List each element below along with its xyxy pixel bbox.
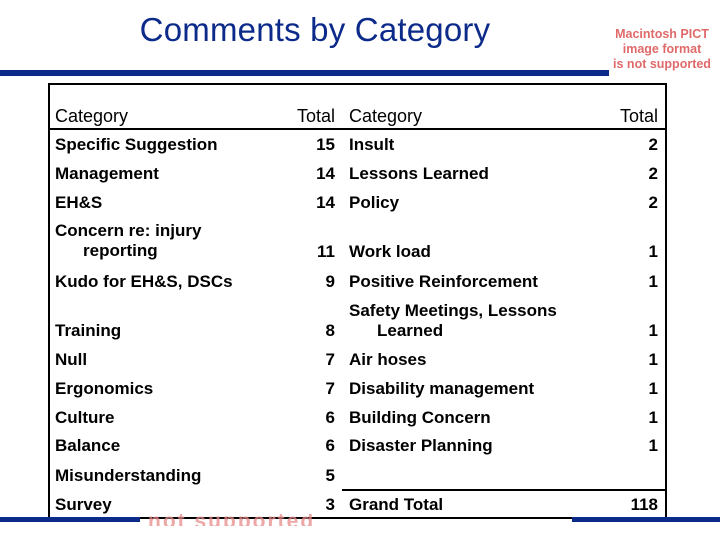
table-row-total: 2 — [648, 135, 658, 154]
table-row-total: 1 — [648, 379, 658, 398]
table-row-category: Air hoses — [349, 350, 427, 369]
title-underline-bar — [0, 70, 609, 76]
table-row-total: 1 — [648, 272, 658, 291]
unsupported-image-placeholder: Macintosh PICT image format is not suppo… — [592, 27, 720, 72]
table-row-total: 1 — [648, 436, 658, 455]
table-row-category: Culture — [55, 408, 115, 427]
grand-total-label: Grand Total — [349, 495, 444, 514]
table-row-category: Kudo for EH&S, DSCs — [55, 272, 233, 291]
slide-title: Comments by Category — [139, 11, 491, 48]
table-row-total: 6 — [325, 436, 335, 455]
table-row-total: 11 — [317, 242, 335, 261]
table-row-total: 15 — [316, 135, 335, 154]
table-row-category: Null — [55, 350, 88, 369]
table-row-total: 8 — [325, 321, 335, 340]
table-row-total: 1 — [648, 321, 658, 340]
table-row-total: 7 — [325, 350, 335, 369]
table-row-category: Positive Reinforcement — [349, 272, 538, 291]
table-row-total: 7 — [325, 379, 335, 398]
table-row-category: Misunderstanding — [55, 466, 202, 485]
table-row-category: Disaster Planning — [349, 436, 493, 455]
table-row-category: Management — [55, 164, 159, 183]
table-row-total: 1 — [648, 408, 658, 427]
table-row-category: Safety Meetings, Lessons Learned — [349, 301, 557, 341]
table-row-category: Building Concern — [349, 408, 491, 427]
table-row-category: Lessons Learned — [349, 164, 489, 183]
table-row-total: 6 — [325, 408, 335, 427]
table-row-total: 5 — [325, 466, 335, 485]
table-row-total: 1 — [648, 350, 658, 369]
table-row-total: 2 — [648, 193, 658, 212]
table-row-category: Concern re: injury reporting — [55, 221, 201, 261]
grand-total-value: 118 — [630, 495, 658, 514]
table-row-total: 14 — [316, 193, 335, 212]
placeholder-line-3: is not supported — [613, 57, 711, 71]
table-row-category: Insult — [349, 135, 395, 154]
category-line-1: Concern re: injury — [55, 221, 202, 240]
category-line-2: Learned — [377, 321, 444, 340]
header-category-right: Category — [349, 106, 423, 126]
footer-bar-left — [0, 517, 140, 522]
table-row-category: Training — [55, 321, 122, 340]
grand-total-divider — [342, 489, 665, 491]
table-row-total: 14 — [316, 164, 335, 183]
footer-placeholder-text: not supported — [148, 514, 316, 526]
table-row-category: Work load — [349, 242, 431, 261]
header-total-right: Total — [619, 106, 658, 126]
table-row-total: 3 — [325, 495, 335, 514]
header-total-left: Total — [296, 106, 335, 126]
table-row-category: Ergonomics — [55, 379, 154, 398]
footer-unsupported-image-placeholder: not supported — [140, 514, 572, 526]
footer-bar-right — [572, 517, 720, 522]
table-row-category: EH&S — [55, 193, 103, 212]
table-row-category: Balance — [55, 436, 121, 455]
header-category-left: Category — [55, 106, 129, 126]
category-line-1: Safety Meetings, Lessons — [349, 301, 557, 320]
table-row-category: Specific Suggestion — [55, 135, 218, 154]
table-row-category: Survey — [55, 495, 112, 514]
placeholder-line-1: Macintosh PICT — [615, 27, 709, 41]
category-line-2: reporting — [83, 241, 158, 260]
table-row-total: 1 — [648, 242, 658, 261]
table-row-total: 9 — [325, 272, 335, 291]
header-divider — [48, 128, 665, 130]
table-row-category: Policy — [349, 193, 400, 212]
table-row-category: Disability management — [349, 379, 535, 398]
table-row-total: 2 — [648, 164, 658, 183]
placeholder-line-2: image format — [622, 42, 702, 56]
